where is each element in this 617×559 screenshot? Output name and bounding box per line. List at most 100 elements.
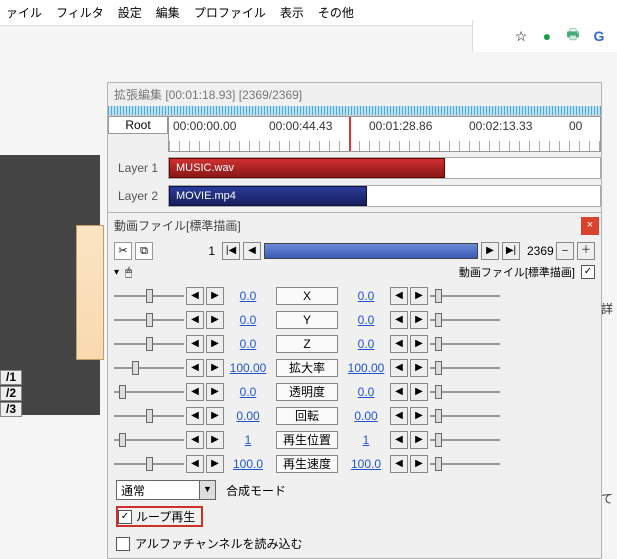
frame-inc-button[interactable]: ＋ xyxy=(577,242,595,260)
inc-left-button[interactable]: ▶ xyxy=(206,311,224,329)
slider-left[interactable] xyxy=(114,407,184,425)
dec-left-button[interactable]: ◀ xyxy=(186,407,204,425)
extension-icon[interactable]: ● xyxy=(539,28,555,44)
inc-left-button[interactable]: ▶ xyxy=(206,383,224,401)
clip-music[interactable]: MUSIC.wav xyxy=(169,158,445,178)
last-frame-button[interactable]: ▶| xyxy=(502,242,520,260)
slider-right[interactable] xyxy=(430,383,500,401)
slider-left[interactable] xyxy=(114,455,184,473)
inc-left-button[interactable]: ▶ xyxy=(206,431,224,449)
inc-right-button[interactable]: ▶ xyxy=(410,335,428,353)
inc-right-button[interactable]: ▶ xyxy=(410,359,428,377)
chevron-down-icon[interactable]: ▼ xyxy=(199,481,215,499)
dec-right-button[interactable]: ◀ xyxy=(390,431,408,449)
param-name[interactable]: Y xyxy=(276,311,338,329)
inc-right-button[interactable]: ▶ xyxy=(410,431,428,449)
dec-right-button[interactable]: ◀ xyxy=(390,335,408,353)
inc-left-button[interactable]: ▶ xyxy=(206,455,224,473)
scissors-icon[interactable]: ✂ xyxy=(114,242,132,260)
dec-left-button[interactable]: ◀ xyxy=(186,455,204,473)
star-icon[interactable]: ☆ xyxy=(513,28,529,44)
slider-left[interactable] xyxy=(114,431,184,449)
value-left[interactable]: 100.00 xyxy=(226,361,270,375)
inc-left-button[interactable]: ▶ xyxy=(206,407,224,425)
slider-right[interactable] xyxy=(430,431,500,449)
value-right[interactable]: 100.0 xyxy=(344,457,388,471)
value-right[interactable]: 0.0 xyxy=(344,385,388,399)
bg-tag-2[interactable]: /2 xyxy=(0,386,22,401)
value-right[interactable]: 0.00 xyxy=(344,409,388,423)
menu-settings[interactable]: 設定 xyxy=(118,4,142,21)
next-frame-button[interactable]: ▶ xyxy=(481,242,499,260)
value-left[interactable]: 1 xyxy=(226,433,270,447)
inc-left-button[interactable]: ▶ xyxy=(206,359,224,377)
menu-file[interactable]: ァイル xyxy=(6,4,42,21)
param-name[interactable]: Z xyxy=(276,335,338,353)
dec-right-button[interactable]: ◀ xyxy=(390,287,408,305)
dec-left-button[interactable]: ◀ xyxy=(186,335,204,353)
prev-frame-button[interactable]: ◀ xyxy=(243,242,261,260)
param-name[interactable]: 回転 xyxy=(276,407,338,425)
slider-left[interactable] xyxy=(114,383,184,401)
dec-right-button[interactable]: ◀ xyxy=(390,311,408,329)
bg-tag-1[interactable]: /1 xyxy=(0,370,22,385)
inc-right-button[interactable]: ▶ xyxy=(410,407,428,425)
value-left[interactable]: 0.0 xyxy=(226,385,270,399)
dec-right-button[interactable]: ◀ xyxy=(390,407,408,425)
close-icon[interactable]: × xyxy=(581,217,599,235)
slider-right[interactable] xyxy=(430,455,500,473)
root-button[interactable]: Root xyxy=(108,116,168,134)
slider-left[interactable] xyxy=(114,311,184,329)
value-left[interactable]: 0.00 xyxy=(226,409,270,423)
param-name[interactable]: 拡大率 xyxy=(276,359,338,377)
slider-right[interactable] xyxy=(430,335,500,353)
layer-2-label[interactable]: Layer 2 xyxy=(108,189,168,203)
layer-1-label[interactable]: Layer 1 xyxy=(108,161,168,175)
param-name[interactable]: 再生速度 xyxy=(276,455,338,473)
dec-left-button[interactable]: ◀ xyxy=(186,359,204,377)
menu-other[interactable]: その他 xyxy=(318,4,354,21)
slider-right[interactable] xyxy=(430,287,500,305)
param-name[interactable]: X xyxy=(276,287,338,305)
value-right[interactable]: 0.0 xyxy=(344,337,388,351)
slider-left[interactable] xyxy=(114,287,184,305)
collapse-icon[interactable]: ▾ xyxy=(114,267,119,278)
value-left[interactable]: 0.0 xyxy=(226,313,270,327)
alpha-checkbox[interactable] xyxy=(116,537,130,551)
time-ruler[interactable]: 00:00:00.00 00:00:44.43 00:01:28.86 00:0… xyxy=(168,116,601,152)
inc-right-button[interactable]: ▶ xyxy=(410,383,428,401)
frame-dec-button[interactable]: – xyxy=(556,242,574,260)
slider-right[interactable] xyxy=(430,311,500,329)
sub-enable-checkbox[interactable]: ✓ xyxy=(581,265,595,279)
loop-checkbox[interactable]: ✓ xyxy=(118,510,132,524)
value-right[interactable]: 0.0 xyxy=(344,313,388,327)
loop-playback-option[interactable]: ✓ ループ再生 xyxy=(116,506,203,527)
slider-left[interactable] xyxy=(114,359,184,377)
dec-left-button[interactable]: ◀ xyxy=(186,431,204,449)
layer-2-track[interactable]: MOVIE.mp4 xyxy=(168,185,601,207)
dec-left-button[interactable]: ◀ xyxy=(186,287,204,305)
print-icon[interactable]: 🖶 xyxy=(565,28,581,44)
slider-right[interactable] xyxy=(430,359,500,377)
inc-right-button[interactable]: ▶ xyxy=(410,455,428,473)
param-name[interactable]: 再生位置 xyxy=(276,431,338,449)
dec-right-button[interactable]: ◀ xyxy=(390,383,408,401)
dec-left-button[interactable]: ◀ xyxy=(186,311,204,329)
value-left[interactable]: 0.0 xyxy=(226,337,270,351)
value-right[interactable]: 100.00 xyxy=(344,361,388,375)
mouse-icon[interactable]: 🖱 xyxy=(125,265,132,280)
clip-movie[interactable]: MOVIE.mp4 xyxy=(169,186,367,206)
dec-left-button[interactable]: ◀ xyxy=(186,383,204,401)
bg-tag-3[interactable]: /3 xyxy=(0,402,22,417)
menu-edit[interactable]: 編集 xyxy=(156,4,180,21)
frame-scrubber[interactable] xyxy=(264,243,478,259)
blend-mode-combo[interactable]: 通常 ▼ xyxy=(116,480,216,500)
playhead[interactable] xyxy=(349,117,351,151)
camera-icon[interactable]: ⧉ xyxy=(135,242,153,260)
inc-right-button[interactable]: ▶ xyxy=(410,287,428,305)
inc-right-button[interactable]: ▶ xyxy=(410,311,428,329)
param-name[interactable]: 透明度 xyxy=(276,383,338,401)
layer-1-track[interactable]: MUSIC.wav xyxy=(168,157,601,179)
menu-filter[interactable]: フィルタ xyxy=(56,4,104,21)
slider-right[interactable] xyxy=(430,407,500,425)
